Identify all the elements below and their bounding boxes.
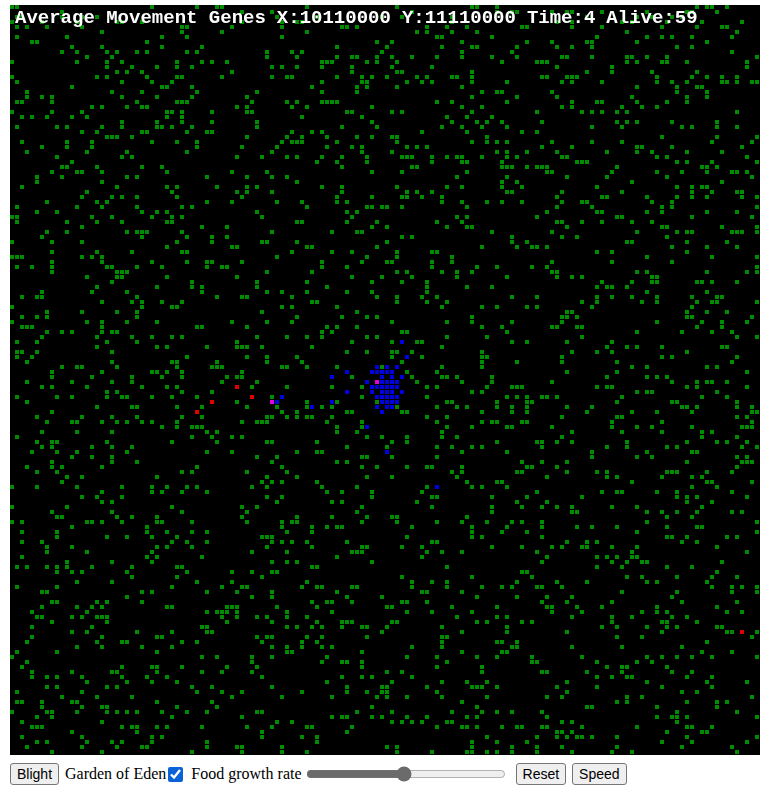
creature [235, 385, 239, 389]
creature [385, 400, 389, 404]
control-button[interactable]: Speed [572, 763, 626, 786]
creature [385, 370, 389, 374]
creature [385, 405, 389, 409]
creature [380, 385, 384, 389]
creature [375, 385, 379, 389]
creature [380, 390, 384, 394]
slider-label: Food growth rate [191, 762, 301, 786]
checkbox-control[interactable]: Garden of Eden [65, 762, 185, 786]
creature [395, 395, 399, 399]
creature [310, 405, 314, 409]
creature [390, 380, 394, 384]
creature [390, 385, 394, 389]
creature [195, 410, 199, 414]
simulator: Average Movement Genes X:10110000 Y:111100… [0, 0, 770, 787]
creature [380, 400, 384, 404]
creature [400, 340, 404, 344]
creature [380, 375, 384, 379]
creature [395, 380, 399, 384]
creature [370, 370, 374, 374]
creature [385, 395, 389, 399]
controls: Blight Garden of Eden Food growth rate Rese… [10, 755, 760, 787]
creature [375, 370, 379, 374]
creature [395, 385, 399, 389]
creature [385, 390, 389, 394]
status-alive: Alive:59 [606, 7, 697, 30]
creature [365, 380, 369, 384]
slider-control: Food growth rate [191, 762, 509, 786]
checkbox[interactable] [168, 767, 183, 782]
food-growth-slider[interactable] [306, 766, 506, 782]
control-button[interactable]: Blight [10, 763, 59, 786]
creature [375, 405, 379, 409]
creature [390, 395, 394, 399]
creature [345, 370, 349, 374]
creature [390, 375, 394, 379]
status-y: Y:11110000 [402, 7, 516, 30]
creature [390, 405, 394, 409]
creature [390, 370, 394, 374]
creature [250, 395, 254, 399]
creature [270, 400, 274, 404]
creature [210, 400, 214, 404]
creature [400, 375, 404, 379]
creature [375, 395, 379, 399]
creature [385, 450, 389, 454]
creature [365, 425, 369, 429]
creature [435, 485, 439, 489]
control-button[interactable]: Reset [516, 763, 567, 786]
creature [330, 400, 334, 404]
creature [275, 400, 279, 404]
creature [390, 400, 394, 404]
creature [385, 385, 389, 389]
creature [370, 390, 374, 394]
creature [395, 400, 399, 404]
creature [385, 380, 389, 384]
world: Average Movement Genes X:10110000 Y:111100… [10, 5, 760, 755]
status-title: Average Movement Genes [15, 7, 266, 30]
creature [380, 395, 384, 399]
creature [345, 390, 349, 394]
creature [380, 370, 384, 374]
creature [375, 380, 379, 384]
creature [375, 365, 379, 369]
creature [380, 410, 384, 414]
creature [400, 390, 404, 394]
status-time: Time:4 [527, 7, 595, 30]
status-x: X:10110000 [277, 7, 391, 30]
creature [395, 365, 399, 369]
creature [390, 390, 394, 394]
creature [280, 395, 284, 399]
creature [380, 380, 384, 384]
creature [405, 355, 409, 359]
creature [385, 365, 389, 369]
creature [330, 375, 334, 379]
status-line: Average Movement Genes X:10110000 Y:111100… [15, 7, 698, 30]
creature [370, 385, 374, 389]
creature [740, 630, 744, 634]
checkbox-label[interactable]: Garden of Eden [65, 762, 166, 786]
